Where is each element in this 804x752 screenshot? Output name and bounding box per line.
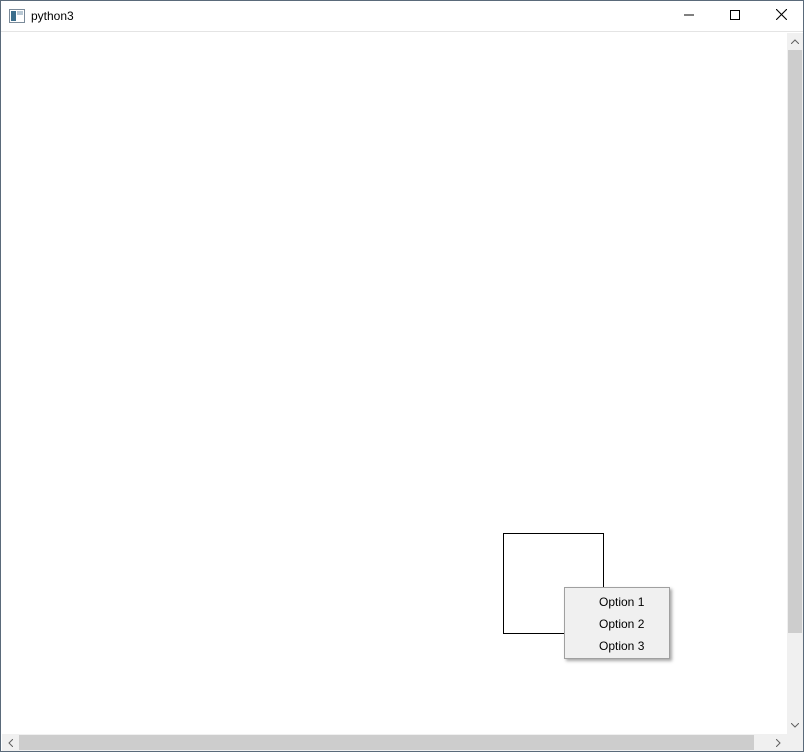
maximize-icon	[730, 9, 740, 23]
menu-item-option-3[interactable]: Option 3	[565, 635, 669, 657]
menu-item-option-1[interactable]: Option 1	[565, 591, 669, 613]
maximize-button[interactable]	[712, 1, 758, 31]
scroll-down-arrow-icon[interactable]	[787, 717, 803, 734]
vertical-scroll-thumb[interactable]	[788, 50, 802, 633]
minimize-button[interactable]	[666, 1, 712, 31]
title-bar[interactable]: python3	[1, 1, 803, 32]
scroll-right-arrow-icon[interactable]	[770, 734, 787, 751]
horizontal-scrollbar[interactable]	[2, 734, 787, 751]
window-title: python3	[31, 9, 74, 23]
app-window: python3 Option 1 Option 2 Option 3	[0, 0, 804, 752]
context-menu: Option 1 Option 2 Option 3	[564, 587, 670, 659]
close-button[interactable]	[758, 1, 804, 31]
close-icon	[775, 8, 787, 23]
scroll-up-arrow-icon[interactable]	[787, 33, 803, 50]
scrollbar-corner	[787, 734, 803, 751]
horizontal-scroll-thumb[interactable]	[19, 735, 754, 750]
scroll-left-arrow-icon[interactable]	[2, 734, 19, 751]
python-app-icon	[9, 9, 25, 23]
menu-item-option-2[interactable]: Option 2	[565, 613, 669, 635]
vertical-scrollbar[interactable]	[787, 33, 803, 734]
minimize-icon	[684, 9, 694, 23]
